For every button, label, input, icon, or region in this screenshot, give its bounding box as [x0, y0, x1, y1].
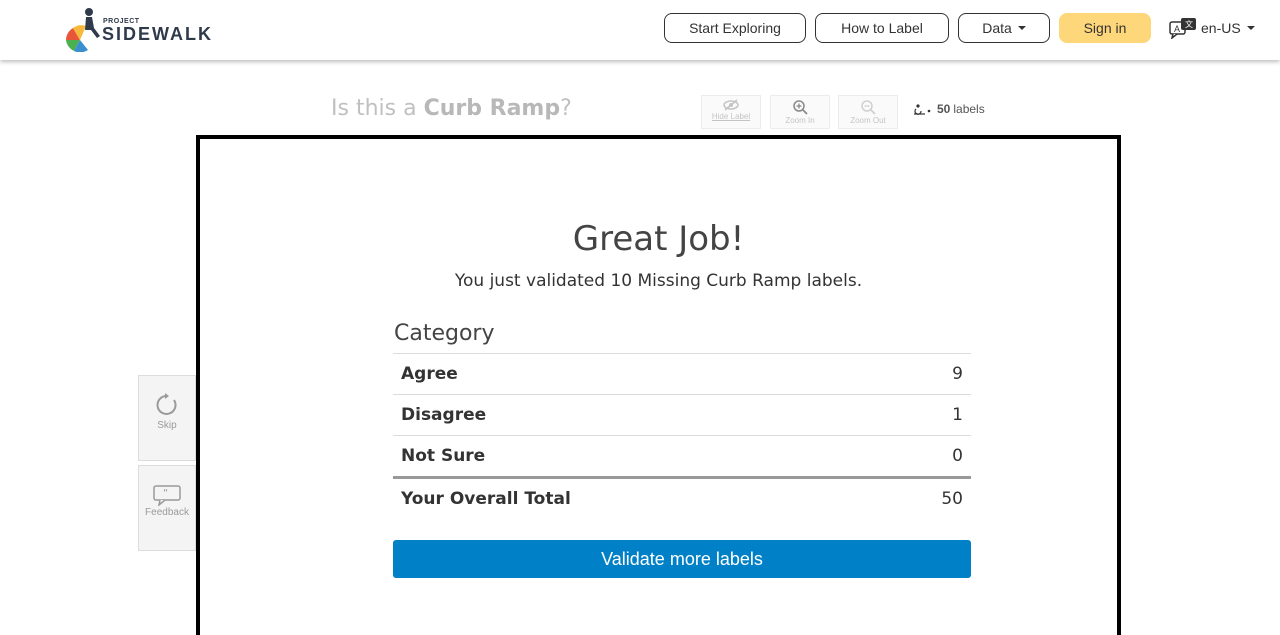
disagree-value: 1	[952, 405, 963, 425]
validate-more-button[interactable]: Validate more labels	[393, 540, 971, 578]
category-header: Category	[394, 321, 495, 346]
agree-value: 9	[952, 364, 963, 384]
data-dropdown-button[interactable]: Data	[958, 13, 1050, 43]
language-selector[interactable]: A 文 en-US	[1169, 15, 1255, 41]
wheelchair-logo-icon	[66, 8, 100, 52]
zoom-in-icon	[793, 100, 808, 115]
agree-label: Agree	[401, 364, 458, 384]
not-sure-label: Not Sure	[401, 446, 486, 466]
table-row: Agree 9	[393, 353, 971, 394]
skip-button[interactable]: Skip	[138, 375, 196, 461]
modal-subtitle: You just validated 10 Missing Curb Ramp …	[454, 271, 863, 291]
validation-question: Is this a Curb Ramp?	[331, 96, 572, 121]
not-sure-value: 0	[952, 446, 963, 466]
how-to-label-button[interactable]: How to Label	[815, 13, 949, 43]
total-row: Your Overall Total 50	[393, 476, 971, 519]
caret-down-icon	[1017, 26, 1026, 30]
modal-title: Great Job!	[572, 219, 745, 259]
curb-ramp-label-icon	[914, 104, 931, 115]
caret-down-icon	[1246, 26, 1255, 30]
labels-count-value: 50	[937, 102, 951, 116]
data-label: Data	[982, 20, 1012, 36]
zoom-in-button[interactable]: Zoom In	[770, 95, 830, 129]
validation-stats-table: Agree 9 Disagree 1 Not Sure 0 Your Overa…	[393, 353, 971, 519]
project-sidewalk-logo[interactable]: PROJECT SIDEWALK	[64, 6, 224, 52]
svg-text:A: A	[1174, 24, 1180, 34]
zoom-out-button[interactable]: Zoom Out	[838, 95, 898, 129]
overall-total-value: 50	[941, 489, 963, 509]
labels-count: 50 labels	[913, 102, 985, 116]
question-label-type: Curb Ramp	[423, 96, 561, 121]
translate-icon: A 文	[1169, 18, 1196, 39]
mission-complete-modal: Great Job! You just validated 10 Missing…	[196, 135, 1121, 635]
logo-sidewalk-text: SIDEWALK	[102, 24, 214, 44]
sign-in-label: Sign in	[1083, 20, 1127, 36]
table-row: Disagree 1	[393, 394, 971, 435]
svg-text:文: 文	[1185, 19, 1193, 29]
labels-count-word: labels	[953, 102, 985, 116]
eye-slash-icon	[723, 99, 739, 111]
hide-label-button[interactable]: Hide Label	[701, 95, 761, 129]
zoom-in-text: Zoom In	[785, 116, 815, 125]
start-exploring-label: Start Exploring	[689, 20, 781, 36]
hide-label-text: Hide Label	[711, 112, 751, 121]
overall-total-label: Your Overall Total	[401, 489, 571, 509]
skip-label: Skip	[157, 420, 177, 431]
sign-in-button[interactable]: Sign in	[1059, 13, 1151, 43]
svg-text:“: “	[163, 488, 168, 499]
table-row: Not Sure 0	[393, 435, 971, 476]
language-label: en-US	[1201, 20, 1241, 36]
navbar: PROJECT SIDEWALK Start Exploring How to …	[0, 0, 1280, 60]
feedback-label: Feedback	[145, 507, 189, 518]
question-prefix: Is this a	[331, 96, 424, 121]
question-suffix: ?	[560, 96, 572, 121]
feedback-button[interactable]: “ Feedback	[138, 465, 196, 551]
start-exploring-button[interactable]: Start Exploring	[664, 13, 806, 43]
zoom-out-icon	[861, 100, 876, 115]
how-to-label-label: How to Label	[841, 20, 923, 36]
refresh-icon	[156, 393, 177, 415]
zoom-out-text: Zoom Out	[850, 116, 886, 125]
disagree-label: Disagree	[401, 405, 487, 425]
feedback-icon: “	[153, 485, 181, 506]
